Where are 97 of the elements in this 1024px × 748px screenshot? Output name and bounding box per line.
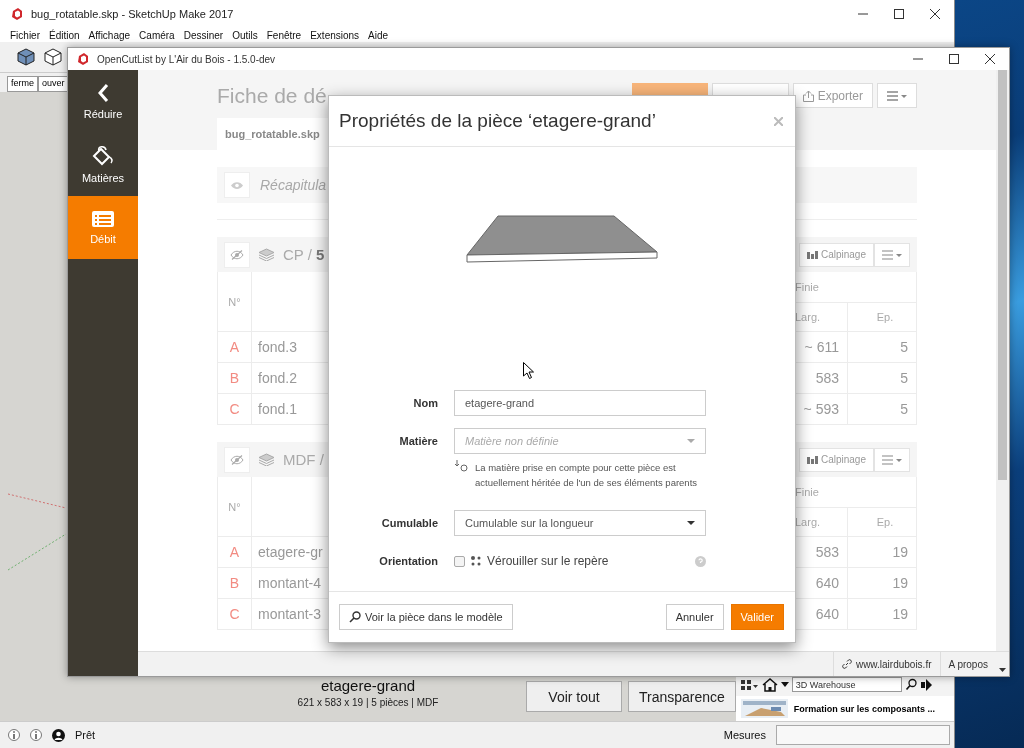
- scrollbar[interactable]: [996, 70, 1009, 651]
- checkbox-label: Vérouiller sur le repère: [487, 554, 609, 568]
- eye-icon: [230, 180, 244, 190]
- cursor-icon: [523, 362, 534, 379]
- column-header: Ep.: [848, 303, 917, 332]
- eye-slash-icon: [230, 454, 244, 465]
- close-icon[interactable]: [930, 9, 940, 19]
- component-name: etagere-grand: [320, 677, 416, 694]
- caret-down-icon[interactable]: [780, 682, 789, 687]
- menu-icon: [882, 454, 902, 465]
- menu-item[interactable]: Caméra: [139, 29, 175, 41]
- bars-icon: [806, 455, 818, 464]
- maximize-icon[interactable]: [949, 54, 959, 64]
- file-tab[interactable]: bug_rotatable.skp: [217, 118, 328, 150]
- menu-icon: [882, 249, 902, 260]
- menu-icon: [887, 90, 907, 101]
- select-field[interactable]: Cumulable sur la longueur: [454, 510, 706, 536]
- field-label: Nom: [412, 397, 438, 409]
- menu-button[interactable]: [877, 83, 917, 108]
- table-cell: 19: [848, 568, 917, 599]
- inherit-icon: [455, 460, 469, 472]
- table-cell: C: [218, 394, 252, 425]
- close-icon[interactable]: [985, 54, 995, 64]
- table-cell: A: [218, 332, 252, 363]
- show-all-button[interactable]: Voir tout: [526, 681, 622, 712]
- menu-item[interactable]: Extensions: [310, 29, 360, 41]
- cancel-button[interactable]: Annuler: [665, 604, 724, 630]
- show-in-model-button[interactable]: Voir la pièce dans le modèle: [339, 604, 513, 630]
- measures-label: Mesures: [723, 729, 766, 741]
- window-title: bug_rotatable.skp - SketchUp Make 2017: [31, 8, 234, 20]
- info-icon[interactable]: [30, 729, 42, 741]
- box-outline-icon[interactable]: [44, 48, 62, 66]
- table-cell: 5: [848, 394, 917, 425]
- table-cell: B: [218, 363, 252, 394]
- eye-slash-icon: [230, 249, 244, 260]
- axes-icon: [470, 555, 482, 567]
- table-cell: A: [218, 537, 252, 568]
- checkbox[interactable]: [454, 555, 465, 567]
- transparency-button[interactable]: Transparence: [628, 681, 736, 712]
- column-header: N°: [218, 272, 252, 332]
- layers-icon: [258, 248, 275, 261]
- group-title: MDF /: [283, 451, 324, 468]
- summary-title: Récapitula: [260, 177, 327, 193]
- caret-down-icon[interactable]: [999, 668, 1006, 672]
- field-label: Orientation: [378, 555, 438, 567]
- arrow-right-icon[interactable]: [920, 678, 933, 691]
- table-cell: 5: [848, 363, 917, 394]
- upload-icon: [802, 89, 814, 102]
- menu-item[interactable]: Outils: [232, 29, 258, 41]
- menu-item[interactable]: Dessiner: [183, 29, 224, 41]
- dialog-title: Propriétés de la pièce ‘etagere-grand’: [339, 110, 657, 132]
- maximize-icon[interactable]: [894, 9, 904, 19]
- menu-item[interactable]: Fenêtre: [266, 29, 302, 41]
- sidebar-item[interactable]: Réduire: [68, 70, 138, 133]
- cube-icon[interactable]: [17, 48, 35, 66]
- name-field[interactable]: etagere-grand: [454, 390, 706, 416]
- sketchup-logo-icon: [11, 8, 23, 20]
- table-cell: 5: [848, 332, 917, 363]
- menu-item[interactable]: Affichage: [88, 29, 131, 41]
- table-cell: C: [218, 599, 252, 630]
- column-header: Ep.: [848, 508, 917, 537]
- measures-field[interactable]: [776, 725, 950, 745]
- component-details: 621 x 583 x 19 | 5 pièces | MDF: [297, 697, 439, 708]
- help-text: La matière prise en compte pour cette pièce est actuellement héritée de l'un de ses éléments parents: [475, 461, 699, 490]
- table-cell: B: [218, 568, 252, 599]
- menu-item[interactable]: Édition: [49, 29, 80, 41]
- window-title: OpenCutList by L'Air du Bois - 1.5.0-dev: [97, 53, 276, 65]
- menu-item[interactable]: Aide: [368, 29, 389, 41]
- link-icon: [841, 659, 852, 669]
- column-header: N°: [218, 477, 252, 537]
- field-label: Matière: [398, 435, 438, 447]
- page-title: Fiche de dé: [217, 83, 328, 108]
- paint-bucket-icon: [91, 145, 115, 167]
- info-icon[interactable]: [8, 729, 20, 741]
- menu-item[interactable]: Fichier: [10, 29, 40, 41]
- list-icon: [91, 210, 115, 228]
- user-icon[interactable]: [52, 728, 65, 742]
- search-icon[interactable]: [904, 678, 918, 691]
- search-icon: [349, 611, 361, 623]
- chevron-left-icon: [96, 83, 110, 103]
- about-button[interactable]: A propos: [939, 652, 996, 676]
- status-text: Prêt: [75, 729, 96, 741]
- website-link[interactable]: www.lairdubois.fr: [832, 652, 940, 676]
- sidebar-item[interactable]: Matières: [68, 133, 138, 196]
- table-cell: 19: [848, 537, 917, 568]
- scene-tab[interactable]: ferme: [7, 76, 38, 92]
- field-label: Cumulable: [380, 517, 438, 529]
- search-field[interactable]: 3D Warehouse: [791, 677, 902, 692]
- group-title: CP / 5: [283, 246, 325, 263]
- scene-tab[interactable]: ouver: [38, 76, 69, 92]
- layers-icon: [258, 453, 275, 466]
- grid-icon[interactable]: [740, 678, 759, 691]
- home-icon[interactable]: [761, 677, 778, 692]
- caret-down-icon: [687, 521, 695, 525]
- sketchup-logo-icon: [77, 53, 89, 65]
- table-cell: 19: [848, 599, 917, 630]
- bars-icon: [806, 250, 818, 259]
